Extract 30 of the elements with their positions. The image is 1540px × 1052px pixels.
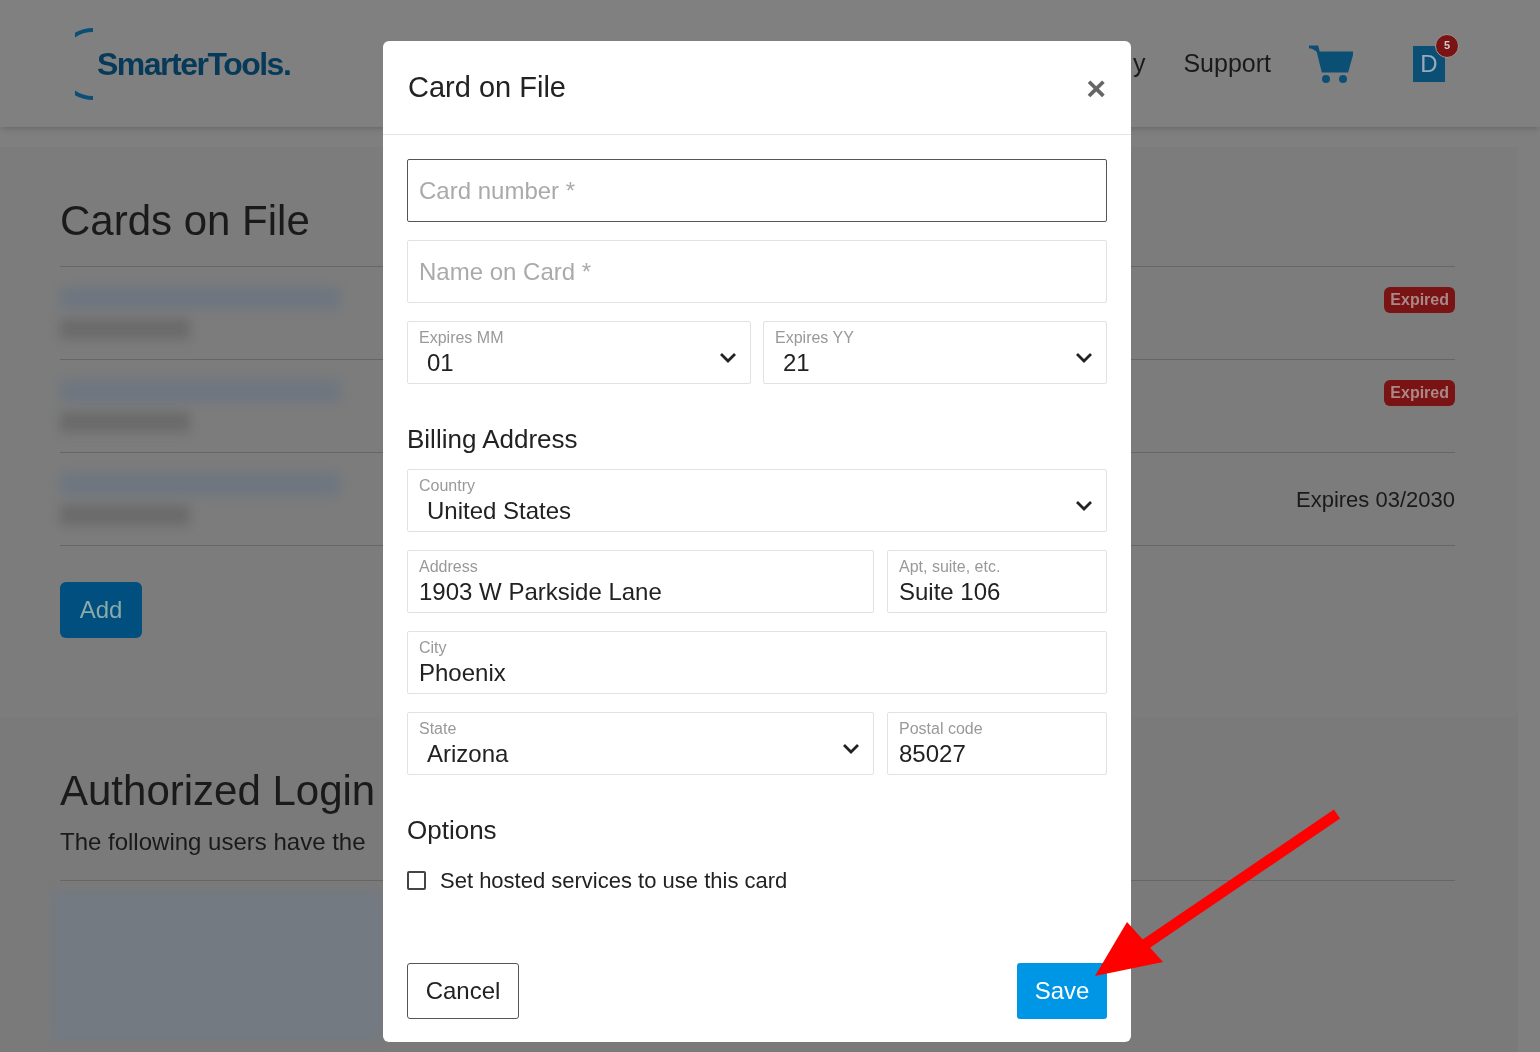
chevron-down-icon — [1075, 499, 1093, 512]
modal-title: Card on File — [408, 69, 566, 105]
status-badge: Expired — [1384, 286, 1455, 313]
input-field[interactable]: Card number * — [407, 159, 1107, 222]
section-heading: Options — [407, 814, 497, 847]
section-description: The following users have the — [60, 826, 366, 857]
section-title: Authorized Login — [60, 766, 376, 816]
select-field[interactable]: State Arizona — [407, 712, 874, 775]
chevron-down-icon — [1075, 351, 1093, 364]
chevron-down-icon — [719, 351, 737, 364]
status-badge: Expired — [1384, 379, 1455, 406]
chevron-down-icon — [842, 742, 860, 755]
input-field[interactable]: Address 1903 W Parkside Lane — [407, 550, 874, 613]
expiry-text: Expires 03/2030 — [1296, 485, 1455, 514]
input-field[interactable]: Apt, suite, etc. Suite 106 — [887, 550, 1107, 613]
section-title: Cards on File — [60, 196, 310, 246]
nav-link[interactable]: Support — [1183, 44, 1271, 83]
input-field[interactable]: Postal code 85027 — [887, 712, 1107, 775]
notification-badge: 5 — [1435, 33, 1459, 58]
select-field[interactable]: Expires YY 21 — [763, 321, 1107, 384]
nav-link[interactable]: y — [1132, 44, 1146, 83]
checkbox-label: Set hosted services to use this card — [440, 867, 788, 895]
input-field[interactable]: City Phoenix — [407, 631, 1107, 694]
section-heading: Billing Address — [407, 423, 578, 456]
select-field[interactable]: Expires MM 01 — [407, 321, 751, 384]
close-button[interactable]: × — [1086, 70, 1106, 105]
checkbox[interactable] — [407, 871, 426, 890]
avatar[interactable]: D — [1413, 45, 1445, 82]
cancel-button[interactable]: Cancel — [407, 963, 519, 1019]
select-field[interactable]: Country United States — [407, 469, 1107, 532]
